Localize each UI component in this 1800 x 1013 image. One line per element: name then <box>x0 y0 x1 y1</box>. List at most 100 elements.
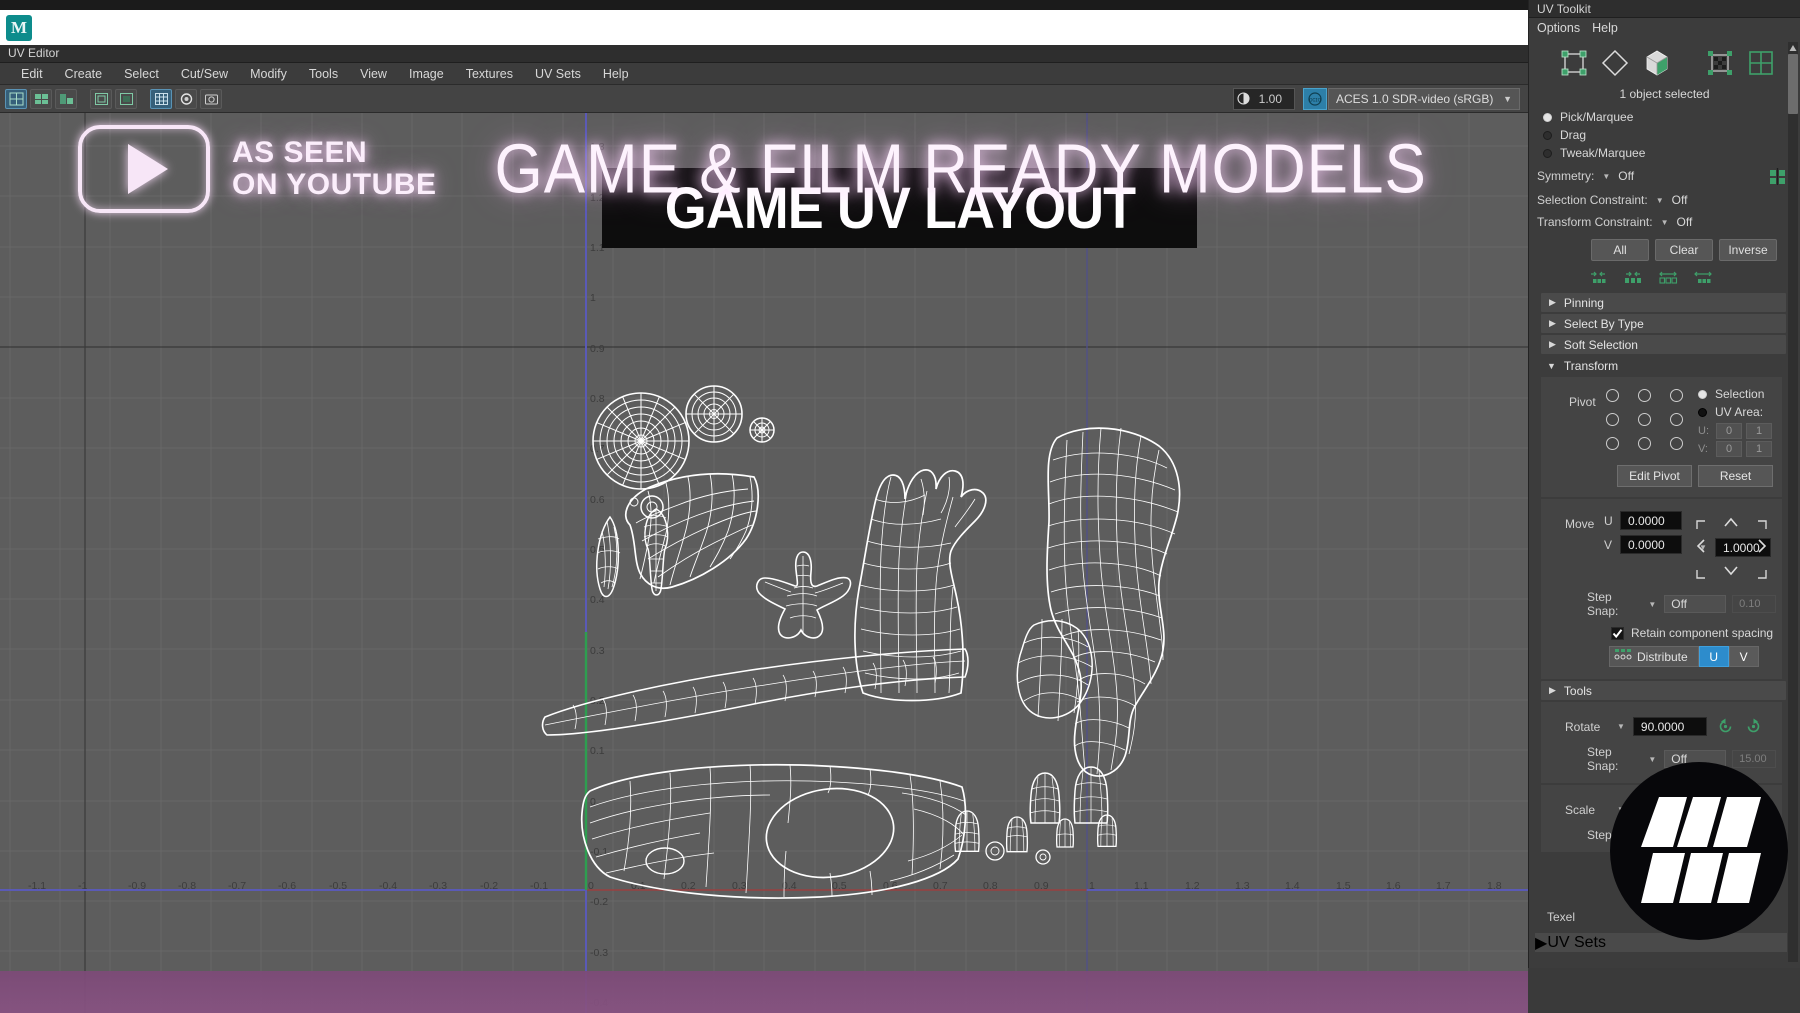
uv-canvas[interactable]: -1.1 -1 -0.9 -0.8 -0.7 -0.6 -0.5 -0.4 -0.3 -0… <box>0 113 1528 1013</box>
symmetry-row: Symmetry: ▼ Off <box>1535 162 1786 188</box>
toolkit-menu-options[interactable]: Options <box>1537 18 1592 38</box>
uv-tile-icon[interactable] <box>1745 46 1778 80</box>
select-all-button[interactable]: All <box>1591 239 1649 261</box>
image-dim-icon[interactable] <box>115 88 137 109</box>
shrink-selection-icon[interactable] <box>1587 269 1609 285</box>
chevron-down-icon[interactable]: ▼ <box>1656 196 1664 205</box>
menu-textures[interactable]: Textures <box>455 63 524 85</box>
pivot-bottom-center[interactable] <box>1637 437 1651 450</box>
pivot-mid-left[interactable] <box>1605 413 1619 426</box>
chevron-down-icon[interactable]: ▼ <box>1699 543 1707 552</box>
uv-editor-tab[interactable]: UV Editor <box>0 45 1528 63</box>
uv-component-icon[interactable] <box>1557 46 1590 80</box>
uv-edge-icon[interactable] <box>1598 46 1631 80</box>
chevron-down-icon[interactable]: ▼ <box>1602 172 1610 181</box>
rotate-step-snap-amount[interactable]: 15.00 <box>1732 750 1776 768</box>
uv-area-u-min[interactable]: 0 <box>1716 423 1742 439</box>
retain-spacing-row[interactable]: Retain component spacing <box>1547 620 1776 644</box>
menu-modify[interactable]: Modify <box>239 63 298 85</box>
move-u-input[interactable]: 0.0000 <box>1620 511 1682 530</box>
toolkit-menu-help[interactable]: Help <box>1592 18 1630 38</box>
uv-area-v-max[interactable]: 1 <box>1746 441 1772 457</box>
distribute-button[interactable]: Distribute <box>1609 646 1699 667</box>
distribute-u-toggle[interactable]: U <box>1698 646 1729 667</box>
nudge-right-icon[interactable] <box>1756 538 1767 557</box>
nudge-down-right-icon[interactable] <box>1756 566 1767 579</box>
selection-constraint-value[interactable]: Off <box>1672 193 1688 207</box>
uv-toolkit-tab[interactable]: UV Toolkit <box>1529 0 1800 18</box>
section-pinning[interactable]: ▶ Pinning <box>1541 293 1786 312</box>
colorspace-select[interactable]: ACES 1.0 SDR-video (sRGB) ▼ <box>1328 87 1520 110</box>
section-select-by-type[interactable]: ▶ Select By Type <box>1541 314 1786 333</box>
pivot-bottom-right[interactable] <box>1669 437 1683 450</box>
symmetry-value[interactable]: Off <box>1618 169 1634 183</box>
uv-area-u-max[interactable]: 1 <box>1746 423 1772 439</box>
rotate-input[interactable]: 90.0000 <box>1632 717 1707 736</box>
menu-select[interactable]: Select <box>113 63 170 85</box>
uv-display-filled-icon[interactable] <box>55 88 77 109</box>
move-step-snap-amount[interactable]: 0.10 <box>1732 595 1776 613</box>
mode-tweak-marquee[interactable]: Tweak/Marquee <box>1535 144 1786 162</box>
mode-drag[interactable]: Drag <box>1535 126 1786 144</box>
pivot-top-left[interactable] <box>1605 389 1619 402</box>
menu-help[interactable]: Help <box>592 63 640 85</box>
rotate-ccw-icon[interactable] <box>1716 717 1735 736</box>
nudge-up-right-icon[interactable] <box>1756 518 1767 529</box>
section-soft-selection[interactable]: ▶ Soft Selection <box>1541 335 1786 354</box>
symmetry-icon[interactable] <box>1768 167 1786 185</box>
uv-distortion-icon[interactable] <box>175 88 197 109</box>
chevron-down-icon[interactable]: ▼ <box>1661 218 1669 227</box>
menu-cut-sew[interactable]: Cut/Sew <box>170 63 239 85</box>
nudge-down-icon[interactable] <box>1723 564 1739 579</box>
uv-display-grid-icon[interactable] <box>30 88 52 109</box>
pivot-bottom-left[interactable] <box>1605 437 1619 450</box>
chevron-down-icon[interactable]: ▼ <box>1648 755 1656 764</box>
checkbox-checked-icon[interactable] <box>1611 626 1624 640</box>
mode-pick-marquee[interactable]: Pick/Marquee <box>1535 108 1786 126</box>
toolkit-scrollbar[interactable] <box>1788 42 1798 962</box>
select-shell-border-icon[interactable] <box>1657 269 1679 285</box>
nudge-up-icon[interactable] <box>1723 516 1739 531</box>
chevron-down-icon[interactable]: ▼ <box>1617 722 1625 731</box>
menu-view[interactable]: View <box>349 63 398 85</box>
rotate-cw-icon[interactable] <box>1744 717 1763 736</box>
menu-edit[interactable]: Edit <box>10 63 54 85</box>
nudge-down-left-icon[interactable] <box>1695 566 1707 579</box>
distribute-v-toggle[interactable]: V <box>1728 646 1759 667</box>
nudge-up-left-icon[interactable] <box>1695 518 1707 529</box>
colorspace-icon[interactable]: ᴏᴄɪᴏ <box>1303 87 1327 110</box>
menu-tools[interactable]: Tools <box>298 63 349 85</box>
pivot-mode-uv-area[interactable]: UV Area: <box>1698 403 1776 421</box>
pivot-top-center[interactable] <box>1637 389 1651 402</box>
menu-image[interactable]: Image <box>398 63 455 85</box>
uv-shell-toggle-icon[interactable] <box>5 88 27 109</box>
move-step-snap-value[interactable]: Off <box>1664 595 1727 613</box>
gamma-control[interactable]: 1.00 <box>1232 87 1295 110</box>
chevron-down-icon[interactable]: ▼ <box>1648 600 1656 609</box>
pivot-top-right[interactable] <box>1669 389 1683 402</box>
scrollbar-thumb[interactable] <box>1788 54 1798 114</box>
scroll-up-arrow-icon[interactable] <box>1788 42 1798 54</box>
pivot-mid-center[interactable] <box>1637 413 1651 426</box>
edit-pivot-button[interactable]: Edit Pivot <box>1617 465 1692 487</box>
uv-shell-icon[interactable] <box>1640 46 1673 80</box>
grid-toggle-icon[interactable] <box>150 88 172 109</box>
select-shell-icon[interactable] <box>1692 269 1714 285</box>
uv-area-v-min[interactable]: 0 <box>1716 441 1742 457</box>
menu-create[interactable]: Create <box>54 63 114 85</box>
reset-pivot-button[interactable]: Reset <box>1698 465 1773 487</box>
select-inverse-button[interactable]: Inverse <box>1719 239 1777 261</box>
select-clear-button[interactable]: Clear <box>1655 239 1713 261</box>
section-transform[interactable]: ▼ Transform <box>1535 356 1786 375</box>
move-v-input[interactable]: 0.0000 <box>1620 535 1682 554</box>
uv-texture-icon[interactable] <box>1703 46 1736 80</box>
pivot-mode-selection[interactable]: Selection <box>1698 385 1776 403</box>
menu-uv-sets[interactable]: UV Sets <box>524 63 592 85</box>
transform-constraint-value[interactable]: Off <box>1677 215 1693 229</box>
snapshot-icon[interactable] <box>200 88 222 109</box>
grow-selection-icon[interactable] <box>1622 269 1644 285</box>
section-uv-sets[interactable]: ▶ UV Sets <box>1535 933 1787 952</box>
section-tools[interactable]: ▶ Tools <box>1541 681 1786 700</box>
pivot-mid-right[interactable] <box>1669 413 1683 426</box>
image-display-icon[interactable] <box>90 88 112 109</box>
